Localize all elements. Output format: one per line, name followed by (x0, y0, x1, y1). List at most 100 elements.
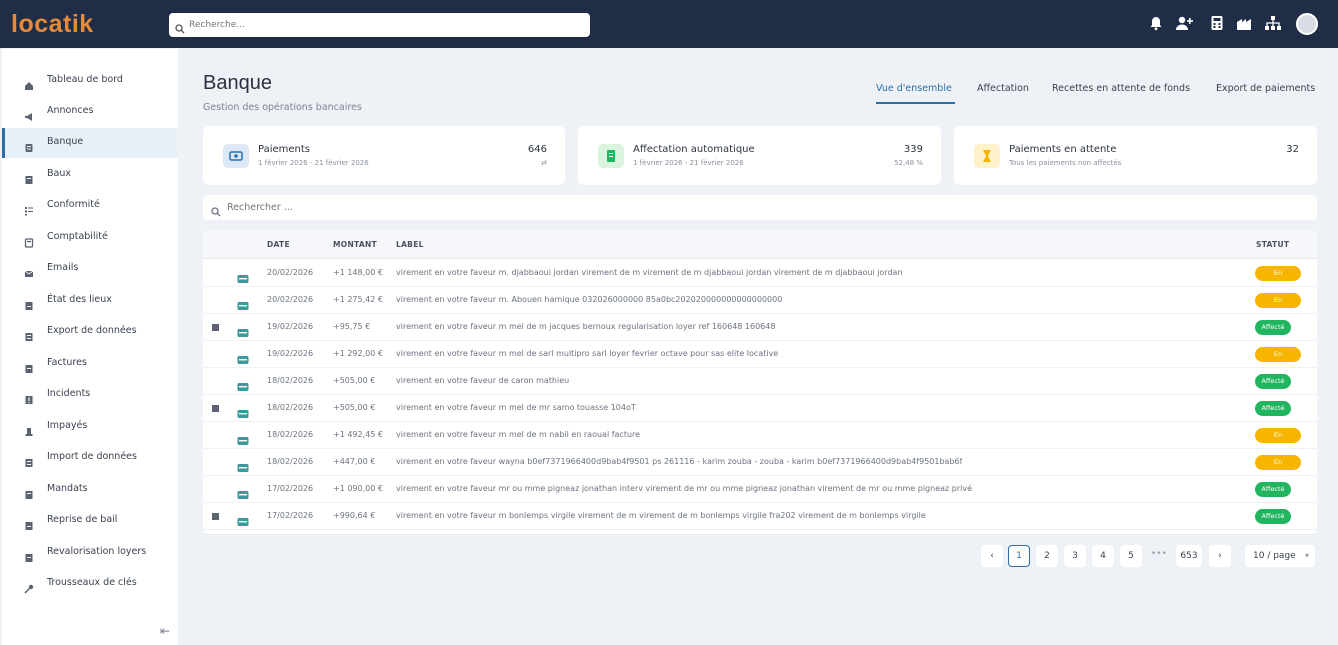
table-row[interactable]: 19/02/2026 +95,75 € virement en votre fave… (203, 314, 1317, 341)
bank-transfer-icon[interactable] (237, 512, 249, 526)
sidebar-item-label: Annonces (47, 105, 94, 116)
sidebar-item-mandats[interactable]: Mandats (2, 475, 178, 505)
column-header-montant[interactable]: MONTANT (333, 240, 377, 249)
bank-transfer-icon[interactable] (237, 269, 249, 283)
table-row[interactable]: 20/02/2026 +1 275,42 € virement en votre f… (203, 287, 1317, 319)
sidebar-item-factures[interactable]: Factures (2, 349, 178, 379)
user-avatar[interactable] (1296, 13, 1318, 35)
building-icon[interactable] (1236, 15, 1254, 33)
pagination-page[interactable]: 2 (1036, 545, 1058, 567)
table-search-input[interactable] (227, 199, 1307, 216)
incident-icon (24, 390, 34, 404)
card-paiements-en-attente[interactable]: Paiements en attente Tous les paiements … (954, 126, 1317, 185)
sidebar-item-import-de-donnees[interactable]: Import de données (2, 443, 178, 473)
sidebar-item-incidents[interactable]: Incidents (2, 380, 178, 410)
sidebar-item-baux[interactable]: Baux (2, 160, 178, 190)
sidebar-item-etat-des-lieux[interactable]: État des lieux (2, 286, 178, 316)
sidebar-item-label: Mandats (47, 483, 88, 494)
pagination-page[interactable]: 4 (1092, 545, 1114, 567)
table-row[interactable]: 18/02/2026 +1 492,45 € virement en votre f… (203, 422, 1317, 454)
pagination-next[interactable]: › (1209, 545, 1231, 567)
bank-transfer-icon[interactable] (237, 404, 249, 418)
table-row[interactable]: 17/02/2026 +990,64 € virement en votre fav… (203, 503, 1317, 530)
table-row[interactable]: 18/02/2026 +505,00 € virement en votre fav… (203, 368, 1317, 395)
column-header-date[interactable]: DATE (267, 240, 290, 249)
search-icon (211, 202, 221, 221)
accounting-icon (24, 233, 34, 248)
app-logo[interactable]: locatik (11, 11, 94, 37)
sidebar-item-label: Baux (47, 168, 71, 179)
bank-icon (24, 138, 34, 152)
page-size-select[interactable]: 10 / page ▾ (1245, 545, 1315, 567)
sidebar-item-export-de-donnees[interactable]: Export de données (2, 317, 178, 347)
bank-transfer-icon[interactable] (237, 323, 249, 337)
bank-transfer-icon[interactable] (237, 431, 249, 445)
sidebar-item-label: Tableau de bord (47, 74, 123, 85)
sidebar-item-emails[interactable]: Emails (2, 254, 178, 284)
table-row[interactable]: 17/02/2026 +1 090,00 € virement en votre f… (203, 476, 1317, 503)
global-search-input[interactable] (189, 16, 579, 34)
pagination-ellipsis[interactable]: ••• (1151, 549, 1167, 559)
tab-recettes-en-attente[interactable]: Recettes en attente de fonds (1052, 83, 1190, 94)
table-row[interactable]: 18/02/2026 +505,00 € virement en votre fav… (203, 395, 1317, 422)
pagination-page-last[interactable]: 653 (1176, 545, 1202, 567)
sidebar-item-annonces[interactable]: Annonces (2, 97, 178, 127)
sidebar-item-label: Impayés (47, 420, 88, 431)
status-badge: En attente (1255, 347, 1301, 373)
table-row[interactable]: 20/02/2026 +1 148,00 € virement en votre f… (203, 260, 1317, 292)
sidebar: Tableau de bord Annonces Banque Baux Con… (2, 49, 178, 645)
column-header-label[interactable]: LABEL (396, 240, 424, 249)
bank-transfer-icon[interactable] (237, 377, 249, 391)
page-size-value: 10 / page (1253, 551, 1296, 561)
lease-icon (24, 170, 34, 184)
sidebar-item-revalorisation-loyers[interactable]: Revalorisation loyers (2, 538, 178, 568)
row-marker-icon[interactable] (212, 513, 219, 520)
cell-date: 20/02/2026 (267, 295, 314, 304)
card-affectation-automatique[interactable]: Affectation automatique 1 février 2026 -… (578, 126, 941, 185)
tab-affectation[interactable]: Affectation (977, 83, 1029, 94)
bank-transfer-icon[interactable] (237, 485, 249, 499)
card-paiements[interactable]: Paiements 1 février 2026 - 21 février 20… (203, 126, 565, 185)
cell-label: virement en votre faveur m bonlemps virg… (396, 511, 926, 520)
global-search[interactable] (169, 13, 590, 37)
sidebar-collapse-button[interactable]: ⇤ (160, 624, 170, 638)
pagination-page[interactable]: 5 (1120, 545, 1142, 567)
inspection-icon (24, 296, 34, 310)
sidebar-item-tableau-de-bord[interactable]: Tableau de bord (2, 66, 178, 96)
sidebar-item-conformite[interactable]: Conformité (2, 191, 178, 221)
pagination-prev[interactable]: ‹ (981, 545, 1003, 567)
table-row[interactable]: 19/02/2026 +1 292,00 € virement en votre f… (203, 341, 1317, 373)
status-badge: Affecté (1255, 482, 1291, 497)
bank-transfer-icon[interactable] (237, 296, 249, 310)
row-marker-icon[interactable] (212, 324, 219, 331)
card-value: 32 (1286, 144, 1299, 155)
cell-date: 19/02/2026 (267, 349, 314, 358)
bank-transfer-icon[interactable] (237, 458, 249, 472)
cell-label: virement en votre faveur mr ou mme pigne… (396, 484, 972, 493)
sidebar-item-comptabilite[interactable]: Comptabilité (2, 223, 178, 253)
bell-icon[interactable] (1148, 15, 1166, 33)
user-add-icon[interactable] (1175, 15, 1193, 33)
sidebar-item-banque[interactable]: Banque (2, 128, 178, 158)
sidebar-item-trousseaux-de-cles[interactable]: Trousseaux de clés (2, 569, 178, 599)
sidebar-item-label: Trousseaux de clés (47, 577, 137, 588)
card-subtitle: Tous les paiements non affectés (1009, 159, 1122, 167)
sidebar-item-impayes[interactable]: Impayés (2, 412, 178, 442)
column-header-statut[interactable]: STATUT (1256, 240, 1289, 249)
sidebar-item-reprise-de-bail[interactable]: Reprise de bail (2, 506, 178, 536)
table-row[interactable]: 18/02/2026 +447,00 € virement en votre fav… (203, 449, 1317, 481)
bank-transfer-icon[interactable] (237, 350, 249, 364)
active-tab-indicator (876, 102, 955, 104)
cell-date: 17/02/2026 (267, 484, 314, 493)
tab-vue-d-ensemble[interactable]: Vue d'ensemble (876, 83, 952, 94)
row-marker-icon[interactable] (212, 405, 219, 412)
pagination-page[interactable]: 3 (1064, 545, 1086, 567)
calculator-icon[interactable] (1209, 15, 1227, 33)
table-search[interactable] (203, 195, 1317, 220)
org-chart-icon[interactable] (1264, 15, 1282, 33)
cell-montant: +1 148,00 € (333, 268, 383, 277)
payment-icon (223, 144, 249, 168)
tab-export-de-paiements[interactable]: Export de paiements (1216, 83, 1315, 94)
pagination-page[interactable]: 1 (1008, 545, 1030, 567)
status-badge: Affecté (1255, 509, 1291, 524)
